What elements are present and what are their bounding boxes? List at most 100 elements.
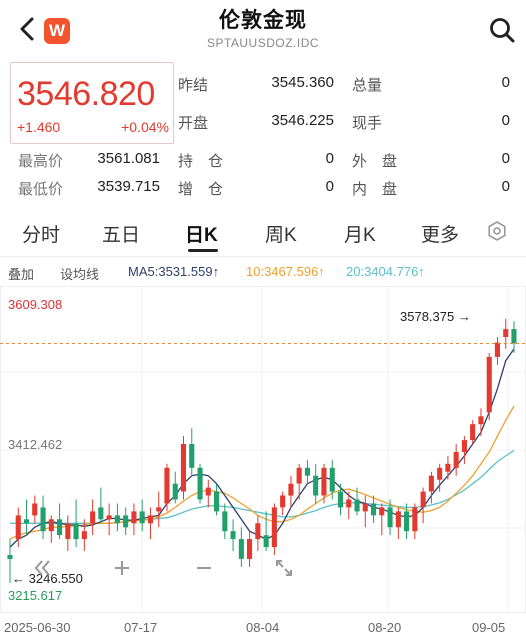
- candle-body: [189, 444, 195, 468]
- candle-body: [24, 519, 30, 524]
- zoom-in-icon[interactable]: [110, 556, 134, 580]
- tab-monthly-k[interactable]: 月K: [344, 220, 376, 247]
- candle-body: [412, 507, 418, 532]
- candle: [114, 503, 120, 532]
- candle: [445, 455, 451, 480]
- quote-label: 总量: [352, 77, 383, 94]
- candle: [65, 515, 71, 552]
- quote-value: 3545.360: [271, 74, 334, 91]
- ma10-value: 10:3467.596↑: [246, 264, 325, 279]
- quote-label: 最低价: [18, 181, 64, 198]
- candle-body: [238, 539, 244, 559]
- candle-body: [147, 515, 153, 524]
- candle: [494, 337, 500, 365]
- candle-body: [387, 507, 393, 528]
- header-bar: W 伦敦金现 SPTAUUSDOZ.IDC: [0, 0, 526, 58]
- candle-body: [255, 523, 261, 540]
- ma20-value: 20:3404.776↑: [346, 264, 425, 279]
- period-tabs: 分时 五日 日K 周K 月K 更多: [0, 214, 526, 252]
- candle-body: [139, 511, 145, 524]
- candle: [255, 515, 261, 552]
- tab-five-day[interactable]: 五日: [102, 220, 140, 247]
- tab-daily-k[interactable]: 日K: [185, 220, 218, 247]
- quote-label: 最高价: [18, 153, 64, 170]
- set-ma-button[interactable]: 设均线: [60, 264, 99, 283]
- tab-intraday[interactable]: 分时: [22, 220, 60, 247]
- candle-body: [214, 491, 220, 512]
- y-axis-min-label: 3215.617: [8, 588, 63, 603]
- instrument-code: SPTAUUSDOZ.IDC: [206, 36, 320, 50]
- quote-value: 3546.225: [271, 112, 334, 129]
- candle-body: [48, 519, 54, 532]
- candle: [131, 503, 137, 536]
- candle: [271, 503, 277, 555]
- overlay-button[interactable]: 叠加: [8, 264, 34, 283]
- candle-body: [437, 467, 443, 480]
- candle: [511, 321, 517, 353]
- x-axis-label: 08-20: [368, 620, 402, 635]
- chart-grid: [0, 286, 526, 613]
- x-axis-label: 08-04: [246, 620, 280, 635]
- candle: [304, 459, 310, 484]
- quote-value: 0: [501, 112, 510, 129]
- candle-body: [420, 491, 426, 508]
- candle-body: [296, 467, 302, 484]
- candle-body: [321, 467, 327, 496]
- quote-label: 现手: [352, 115, 383, 132]
- candle: [98, 487, 104, 524]
- quote-value: 3539.715: [97, 178, 160, 195]
- y-axis-max-label: 3609.308: [8, 297, 63, 312]
- candle-body: [7, 555, 13, 559]
- candle: [24, 499, 30, 536]
- quote-label: 内 盘: [352, 181, 398, 198]
- candle: [395, 507, 401, 540]
- candle-body: [156, 507, 162, 512]
- candle: [313, 463, 319, 504]
- candle-body: [172, 483, 178, 500]
- candle-body: [271, 507, 277, 547]
- candle-body: [230, 531, 236, 540]
- candle-body: [106, 515, 112, 520]
- page-title: 伦敦金现: [219, 9, 307, 32]
- divider: [0, 256, 526, 257]
- candle-body: [205, 487, 211, 496]
- tab-more[interactable]: 更多: [421, 220, 459, 247]
- candle: [230, 519, 236, 552]
- candle: [222, 503, 228, 540]
- candle: [106, 503, 112, 536]
- candle: [197, 463, 203, 504]
- candle-body: [337, 491, 343, 508]
- candle-body: [395, 511, 401, 528]
- tab-weekly-k[interactable]: 周K: [265, 220, 297, 247]
- candle: [90, 499, 96, 536]
- candle: [263, 511, 269, 552]
- price-box: 3546.820 +1.460 +0.04%: [10, 62, 174, 144]
- candle: [40, 495, 46, 540]
- candle: [164, 463, 170, 512]
- candle: [420, 487, 426, 524]
- candle: [346, 491, 352, 520]
- candle: [486, 352, 492, 421]
- search-icon[interactable]: [488, 16, 516, 44]
- candle: [362, 495, 368, 528]
- candlestick-chart[interactable]: [0, 286, 526, 642]
- fullscreen-icon[interactable]: [272, 556, 296, 580]
- candle-body: [180, 444, 186, 492]
- candle: [189, 428, 195, 476]
- candle-body: [15, 515, 21, 540]
- quote-label: 持 仓: [178, 153, 224, 170]
- candle-body: [478, 416, 484, 425]
- quote-value: 0: [501, 178, 510, 195]
- quote-value: 3561.081: [97, 150, 160, 167]
- zoom-out-icon[interactable]: [192, 556, 216, 580]
- candle-body: [404, 511, 410, 532]
- x-axis-label: 09-05: [472, 620, 506, 635]
- candle-body: [362, 503, 368, 512]
- candle-body: [90, 511, 96, 524]
- price-change: +1.460: [17, 119, 61, 135]
- quote-label: 增 仓: [178, 181, 224, 198]
- candle: [48, 515, 54, 544]
- candle-body: [57, 519, 63, 536]
- settings-icon[interactable]: [486, 220, 508, 242]
- scroll-back-icon[interactable]: [28, 556, 56, 580]
